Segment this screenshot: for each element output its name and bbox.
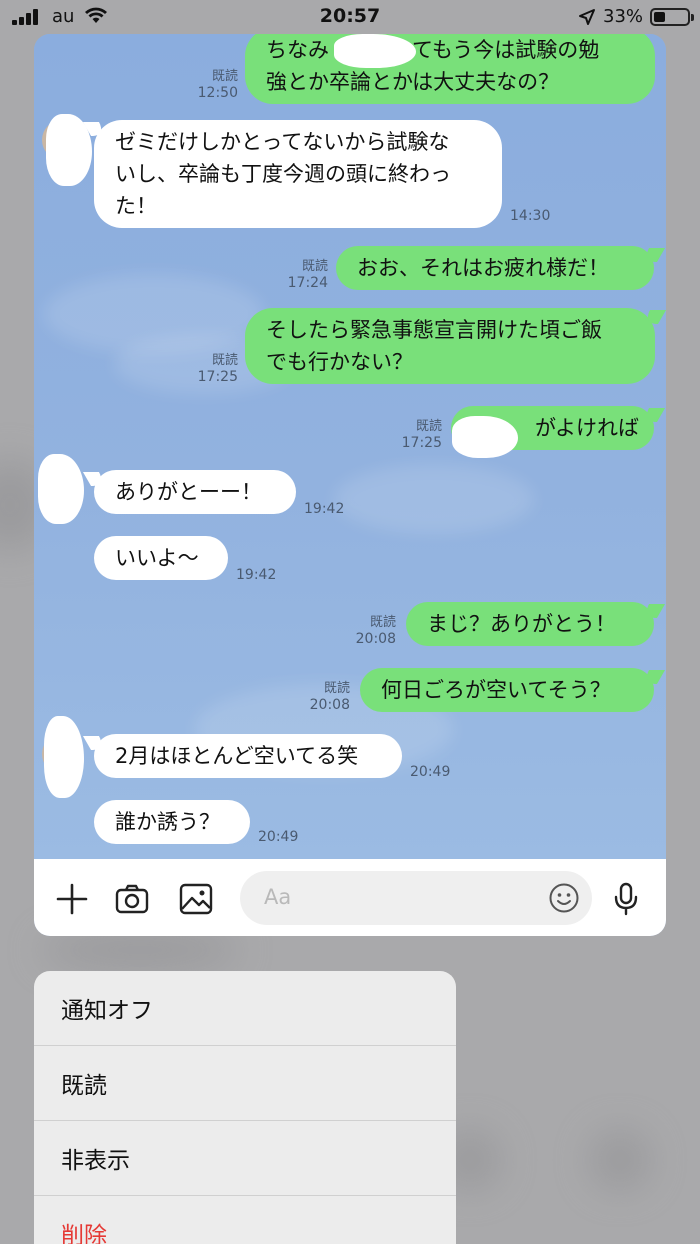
outgoing-message[interactable]: まじ？ありがとう！ <box>406 602 654 646</box>
message-time: 17:24 <box>287 275 328 291</box>
message-time: 17:25 <box>401 435 442 451</box>
message-meta: 19:42 <box>304 501 364 518</box>
context-menu: 通知オフ 既読 非表示 削除 <box>34 971 456 1244</box>
message-input[interactable]: Aa <box>240 871 592 925</box>
redaction-mark <box>452 416 518 458</box>
read-receipt: 既読 <box>211 353 238 368</box>
emoji-icon[interactable] <box>548 882 580 914</box>
message-meta: 既読 20:08 <box>342 614 396 648</box>
message-time: 17:25 <box>197 369 238 385</box>
message-meta: 既読 20:08 <box>296 680 350 714</box>
battery-level <box>654 12 665 22</box>
outgoing-message[interactable]: そしたら緊急事態宣言開けた頃ご飯 でも行かない？ <box>245 308 655 384</box>
message-meta: 20:49 <box>258 829 318 846</box>
message-meta: 既読 17:25 <box>388 418 442 452</box>
battery-percent: 33% <box>603 6 644 27</box>
message-time: 20:08 <box>309 697 350 713</box>
read-receipt: 既読 <box>323 681 350 696</box>
message-meta: 20:49 <box>410 764 470 781</box>
incoming-message[interactable]: ありがとーー！ <box>94 470 296 514</box>
message-time: 14:30 <box>510 208 551 224</box>
message-time: 12:50 <box>197 85 238 101</box>
message-meta: 既読 17:25 <box>184 352 238 386</box>
background-blur <box>40 930 240 970</box>
menu-item-hide[interactable]: 非表示 <box>34 1121 456 1196</box>
outgoing-message[interactable]: おお、それはお疲れ様だ！ <box>336 246 654 290</box>
menu-item-label: 削除 <box>61 1223 107 1244</box>
incoming-message[interactable]: ゼミだけしかとってないから試験な いし、卒論も丁度今週の頭に終わっ た！ <box>94 120 502 228</box>
menu-item-label: 非表示 <box>61 1148 130 1174</box>
message-meta: 既読 12:50 <box>184 68 238 102</box>
menu-item-delete[interactable]: 削除 <box>34 1196 456 1244</box>
message-time: 20:08 <box>355 631 396 647</box>
redaction-mark <box>44 716 84 798</box>
background-blur <box>590 1130 650 1190</box>
outgoing-message[interactable]: 何日ごろが空いてそう？ <box>360 668 654 712</box>
camera-icon[interactable] <box>114 881 150 917</box>
menu-item-label: 既読 <box>61 1073 107 1099</box>
battery-icon <box>650 8 694 26</box>
incoming-message[interactable]: いいよ〜 <box>94 536 228 580</box>
message-time: 20:49 <box>258 829 299 845</box>
redaction-mark <box>38 454 84 524</box>
menu-item-mark-read[interactable]: 既読 <box>34 1046 456 1121</box>
location-arrow-icon <box>579 9 595 25</box>
message-input-bar: Aa <box>34 859 666 936</box>
incoming-message[interactable]: 2月はほとんど空いてる笑 <box>94 734 402 778</box>
read-receipt: 既読 <box>369 615 396 630</box>
message-meta: 19:42 <box>236 567 296 584</box>
read-receipt: 既読 <box>301 259 328 274</box>
message-input-placeholder: Aa <box>264 885 292 909</box>
status-bar: au 20:57 33% <box>0 0 700 34</box>
microphone-icon[interactable] <box>608 881 644 917</box>
chat-preview-card[interactable]: 既読 12:50 ちなみ ってもう今は試験の勉 強とか卒論とかは大丈夫なの？ ゼ… <box>34 34 666 936</box>
menu-item-notifications-off[interactable]: 通知オフ <box>34 971 456 1046</box>
message-time: 19:42 <box>304 501 345 517</box>
message-meta: 既読 17:24 <box>274 258 328 292</box>
incoming-message[interactable]: 誰か誘う？ <box>94 800 250 844</box>
plus-icon[interactable] <box>54 881 90 917</box>
message-list[interactable]: 既読 12:50 ちなみ ってもう今は試験の勉 強とか卒論とかは大丈夫なの？ ゼ… <box>34 34 666 859</box>
menu-item-label: 通知オフ <box>61 998 153 1024</box>
message-time: 19:42 <box>236 567 277 583</box>
image-icon[interactable] <box>178 881 214 917</box>
redaction-mark <box>334 34 416 68</box>
message-meta: 14:30 <box>510 208 570 225</box>
outgoing-message[interactable]: ちなみ ってもう今は試験の勉 強とか卒論とかは大丈夫なの？ <box>245 34 655 104</box>
message-time: 20:49 <box>410 764 451 780</box>
read-receipt: 既読 <box>211 69 238 84</box>
read-receipt: 既読 <box>415 419 442 434</box>
